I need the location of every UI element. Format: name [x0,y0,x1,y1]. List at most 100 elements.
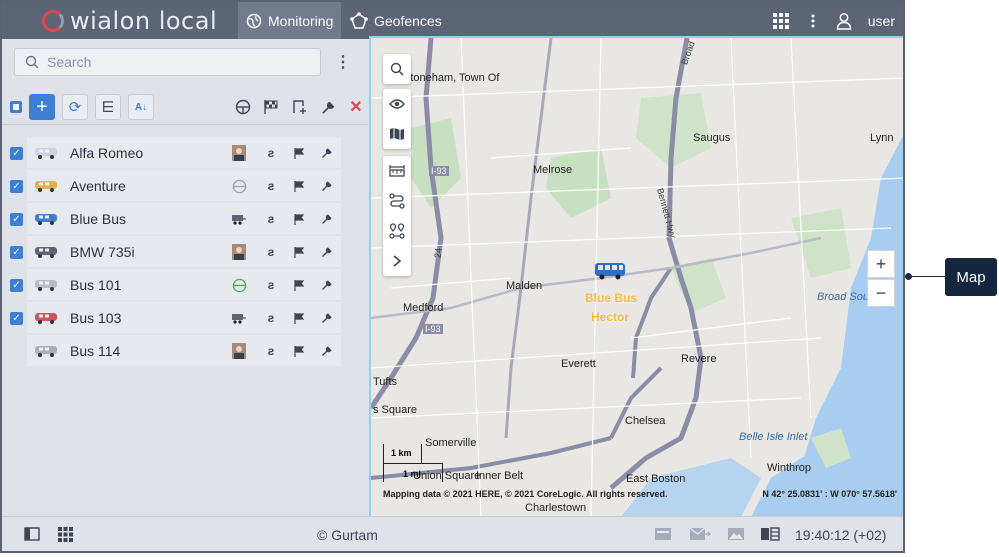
ruler-icon[interactable] [383,156,411,186]
unit-row[interactable]: ✓ Bus 101 ƨ [2,269,368,302]
steering-wheel-icon[interactable] [231,178,247,194]
unit-name: Bus 114 [70,343,121,359]
eye-icon[interactable] [383,89,411,119]
apps-grid-icon[interactable] [58,527,73,546]
map-measure-tools [383,156,411,276]
toggle-panel-icon[interactable] [24,527,40,545]
unit-checkbox[interactable]: ✓ [10,180,23,193]
wrench-icon[interactable] [319,211,335,227]
more-vertical-icon[interactable] [810,13,816,29]
place-label: Medford [403,302,444,314]
route-icon[interactable] [383,186,411,216]
steering-wheel-icon[interactable] [231,277,247,293]
zoom-out-button[interactable]: − [867,279,895,307]
unit-checkbox[interactable]: ✓ [10,147,23,160]
gallery-icon[interactable] [727,527,745,545]
road-shield: I-93 [429,166,449,176]
tab-geofences[interactable]: Geofences [342,2,450,39]
refresh-icon[interactable]: ⟳ [62,94,88,120]
scale-km-label: 1 km [391,448,412,458]
unit-row[interactable]: Bus 114 ƨ [2,335,368,368]
flag-icon[interactable] [291,310,307,326]
flag-icon[interactable] [291,244,307,260]
search-input[interactable]: Search [14,48,321,76]
road-shield: I-93 [423,324,443,334]
map-search-tool[interactable] [383,54,411,84]
connection-state-icon[interactable]: ƨ [263,343,279,359]
unit-row[interactable]: ✓ Bus 103 ƨ [2,302,368,335]
driver-photo-icon[interactable] [231,244,247,260]
delete-icon[interactable]: ✕ [346,97,366,117]
wrench-icon[interactable] [319,310,335,326]
unit-row[interactable]: ✓ Aventure ƨ [2,170,368,203]
checkered-flag-icon[interactable] [261,97,281,117]
messages-icon[interactable] [689,527,711,545]
bottom-bar: © Gurtam 19:40:12 (+02) [2,516,903,551]
flag-icon[interactable] [291,211,307,227]
map-copyright: Mapping data © 2021 HERE, © 2021 CoreLog… [383,489,668,499]
driver-photo-icon[interactable] [231,343,247,359]
place-label: Tufts [373,376,398,388]
unit-label: Hector [591,310,630,324]
unit-row[interactable]: ✓ Blue Bus ƨ [2,203,368,236]
wrench-icon[interactable] [319,343,335,359]
unit-checkbox[interactable]: ✓ [10,213,23,226]
connection-state-icon[interactable]: ƨ [263,211,279,227]
place-label: Everett [561,358,596,370]
tab-monitoring[interactable]: Monitoring [238,2,342,39]
trailer-icon[interactable] [231,310,247,326]
waypoints-icon[interactable] [383,216,411,246]
bus-unit-marker-icon[interactable] [594,262,626,280]
unit-checkbox[interactable]: ✓ [10,246,23,259]
map-layer-tools [383,89,411,149]
callout-line [908,276,946,277]
flag-icon[interactable] [291,277,307,293]
logo[interactable]: wialon local [42,7,217,35]
connection-state-icon[interactable]: ƨ [263,244,279,260]
connection-state-icon[interactable]: ƨ [263,310,279,326]
connection-state-icon[interactable]: ƨ [263,145,279,161]
layout-icon[interactable] [760,527,780,545]
unit-checkbox[interactable]: ✓ [10,279,23,292]
wrench-icon[interactable] [319,145,335,161]
flag-icon[interactable] [291,178,307,194]
trailer-icon[interactable] [231,211,247,227]
add-command-icon[interactable] [290,97,310,117]
driver-photo-icon[interactable] [231,145,247,161]
wrench-icon[interactable] [319,244,335,260]
flag-icon[interactable] [291,343,307,359]
map-layers-icon[interactable] [383,119,411,149]
steering-wheel-icon[interactable] [233,97,253,117]
map-scale: 1 km 1 mi [383,444,443,482]
sort-az-icon[interactable]: A↓ [128,94,154,120]
tab-monitoring-label: Monitoring [268,12,334,29]
notifications-icon[interactable] [654,527,672,545]
zoom-in-button[interactable]: + [867,250,895,278]
map-search-icon[interactable] [383,54,411,84]
expand-tools-icon[interactable] [383,246,411,276]
user-menu[interactable]: user [836,12,895,30]
place-label: Lynn [870,132,894,144]
flag-icon[interactable] [291,145,307,161]
select-all-checkbox[interactable] [10,101,22,113]
footer-copyright: © Gurtam [317,527,378,543]
unit-row[interactable]: ✓ BMW 735i ƨ [2,236,368,269]
connection-state-icon[interactable]: ƨ [263,277,279,293]
map-area[interactable]: Stoneham, Town Of Saugus Lynn Melrose Ma… [369,36,903,519]
place-label: Stoneham, Town Of [403,72,500,84]
bus-icon [35,313,57,324]
add-units-button[interactable]: + [29,94,55,120]
logo-icon [42,10,64,32]
place-label: Malden [506,280,543,292]
wrench-icon[interactable] [319,277,335,293]
wrench-icon[interactable] [319,178,335,194]
user-icon [836,12,852,30]
wrench-icon[interactable] [318,97,338,117]
unit-checkbox[interactable]: ✓ [10,312,23,325]
apps-grid-icon[interactable] [772,12,790,30]
connection-state-icon[interactable]: ƨ [263,178,279,194]
unit-name: Blue Bus [70,211,127,227]
list-menu-icon[interactable]: ⋮ [335,52,351,72]
unit-row[interactable]: ✓ Alfa Romeo ƨ [2,137,368,170]
group-tree-icon[interactable]: ⋿ [95,94,121,120]
